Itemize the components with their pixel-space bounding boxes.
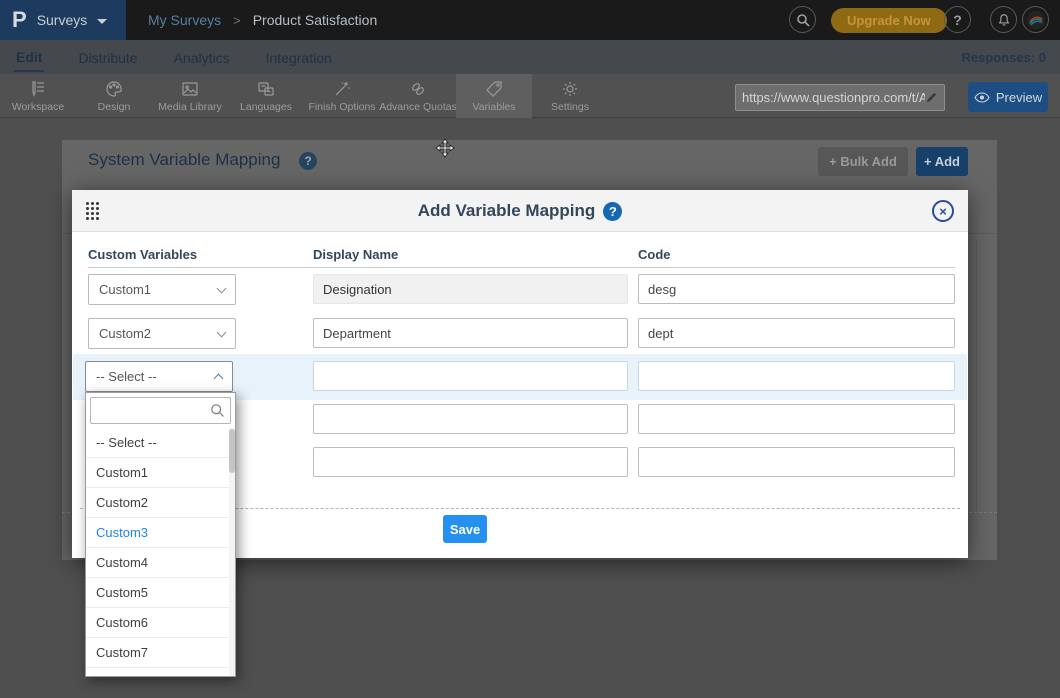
variable-select-row3-open[interactable]: -- Select -- <box>85 361 233 392</box>
breadcrumb: My Surveys > Product Satisfaction <box>148 0 377 40</box>
variable-select-row2[interactable]: Custom2 <box>88 318 236 349</box>
display-name-input-row5[interactable] <box>313 447 628 477</box>
code-input-row1[interactable]: desg <box>638 274 955 304</box>
preview-button[interactable]: Preview <box>968 82 1048 112</box>
code-input-row4[interactable] <box>638 404 955 434</box>
display-name-input-row4[interactable] <box>313 404 628 434</box>
dropdown-option-custom7[interactable]: Custom7 <box>86 638 235 668</box>
edit-pencil-icon[interactable] <box>925 91 938 104</box>
dropdown-option-custom1[interactable]: Custom1 <box>86 458 235 488</box>
gear-icon <box>560 79 580 99</box>
breadcrumb-my-surveys[interactable]: My Surveys <box>148 12 221 28</box>
upgrade-now-button[interactable]: Upgrade Now <box>831 8 947 33</box>
question-mark-icon: ? <box>953 12 962 28</box>
workspace-icon <box>28 79 48 99</box>
toolbar-item-finish-options[interactable]: Finish Options <box>304 74 380 118</box>
chevron-down-icon <box>97 19 107 24</box>
display-name-input-row2[interactable]: Department <box>313 318 628 348</box>
toolbar-item-media-library[interactable]: Media Library <box>152 74 228 118</box>
breadcrumb-current-survey: Product Satisfaction <box>253 12 378 28</box>
toolbar-item-advance-quotas[interactable]: Advance Quotas <box>380 74 456 118</box>
toolbar-item-settings[interactable]: Settings <box>532 74 608 118</box>
chevron-up-icon <box>214 374 224 384</box>
chevron-down-icon <box>217 283 227 293</box>
palette-icon <box>104 79 124 99</box>
toolbar-item-languages[interactable]: Languages <box>228 74 304 118</box>
magic-wand-icon <box>332 79 352 99</box>
display-name-input-row3[interactable] <box>313 361 628 391</box>
tab-integration[interactable]: Integration <box>264 43 334 71</box>
chevron-down-icon <box>217 327 227 337</box>
top-bar: P Surveys My Surveys > Product Satisfact… <box>0 0 1060 40</box>
save-button[interactable]: Save <box>443 515 487 543</box>
breadcrumb-separator: > <box>233 13 241 28</box>
tab-analytics[interactable]: Analytics <box>172 43 232 71</box>
dropdown-option-custom6[interactable]: Custom6 <box>86 608 235 638</box>
search-button[interactable] <box>789 6 816 33</box>
dropdown-option-partial[interactable] <box>86 668 235 676</box>
toolbar-item-workspace[interactable]: Workspace <box>0 74 76 118</box>
dropdown-option-custom2[interactable]: Custom2 <box>86 488 235 518</box>
toolbar-item-design[interactable]: Design <box>76 74 152 118</box>
tab-edit[interactable]: Edit <box>14 42 44 72</box>
dropdown-option-custom3[interactable]: Custom3 <box>86 518 235 548</box>
survey-url-field[interactable]: https://www.questionpro.com/t/A <box>735 84 945 111</box>
page-help-icon[interactable]: ? <box>299 152 317 170</box>
product-switcher[interactable]: P Surveys <box>0 0 126 40</box>
dropdown-option-custom4[interactable]: Custom4 <box>86 548 235 578</box>
product-label: Surveys <box>37 12 88 28</box>
image-icon <box>180 79 200 99</box>
column-header-custom-variables: Custom Variables <box>88 247 197 262</box>
dropdown-scrollbar-thumb[interactable] <box>229 429 235 473</box>
translate-icon <box>256 79 276 99</box>
display-name-input-row1[interactable]: Designation <box>313 274 628 304</box>
code-input-row3[interactable] <box>638 361 955 391</box>
survey-nav-tabs: Edit Distribute Analytics Integration <box>0 40 1060 74</box>
toolbar-item-variables[interactable]: Variables <box>456 74 532 118</box>
page-title: System Variable Mapping <box>88 150 280 170</box>
questionpro-logo: P <box>12 9 27 31</box>
bulk-add-button[interactable]: + Bulk Add <box>818 147 908 176</box>
search-icon <box>210 403 225 418</box>
code-input-row2[interactable]: dept <box>638 318 955 348</box>
drag-handle-icon[interactable] <box>85 201 99 221</box>
eye-icon <box>974 92 990 103</box>
responses-count: Responses: 0 <box>961 50 1046 65</box>
header-rule <box>88 267 955 268</box>
close-icon[interactable]: × <box>932 200 954 222</box>
column-header-code: Code <box>638 247 671 262</box>
chain-links-icon <box>408 79 428 99</box>
card-column-divider <box>976 240 977 510</box>
variable-dropdown-panel: -- Select -- Custom1 Custom2 Custom3 Cus… <box>85 392 236 677</box>
bell-icon <box>997 13 1011 27</box>
add-button[interactable]: + Add <box>916 147 968 176</box>
variable-select-row1[interactable]: Custom1 <box>88 274 236 305</box>
notifications-button[interactable] <box>990 6 1017 33</box>
avatar-image <box>1026 10 1046 30</box>
dropdown-option-list: -- Select -- Custom1 Custom2 Custom3 Cus… <box>86 428 235 676</box>
survey-url-value: https://www.questionpro.com/t/A <box>742 90 925 105</box>
help-button[interactable]: ? <box>944 6 971 33</box>
modal-help-icon[interactable]: ? <box>603 202 622 221</box>
dropdown-option-custom5[interactable]: Custom5 <box>86 578 235 608</box>
dropdown-option-select[interactable]: -- Select -- <box>86 428 235 458</box>
search-icon <box>796 13 810 27</box>
user-avatar[interactable] <box>1022 6 1049 33</box>
code-input-row5[interactable] <box>638 447 955 477</box>
column-header-display-name: Display Name <box>313 247 398 262</box>
modal-header <box>72 190 968 232</box>
tab-distribute[interactable]: Distribute <box>76 43 139 71</box>
app-screen: P Surveys My Surveys > Product Satisfact… <box>0 0 1060 698</box>
tag-icon <box>484 79 504 99</box>
